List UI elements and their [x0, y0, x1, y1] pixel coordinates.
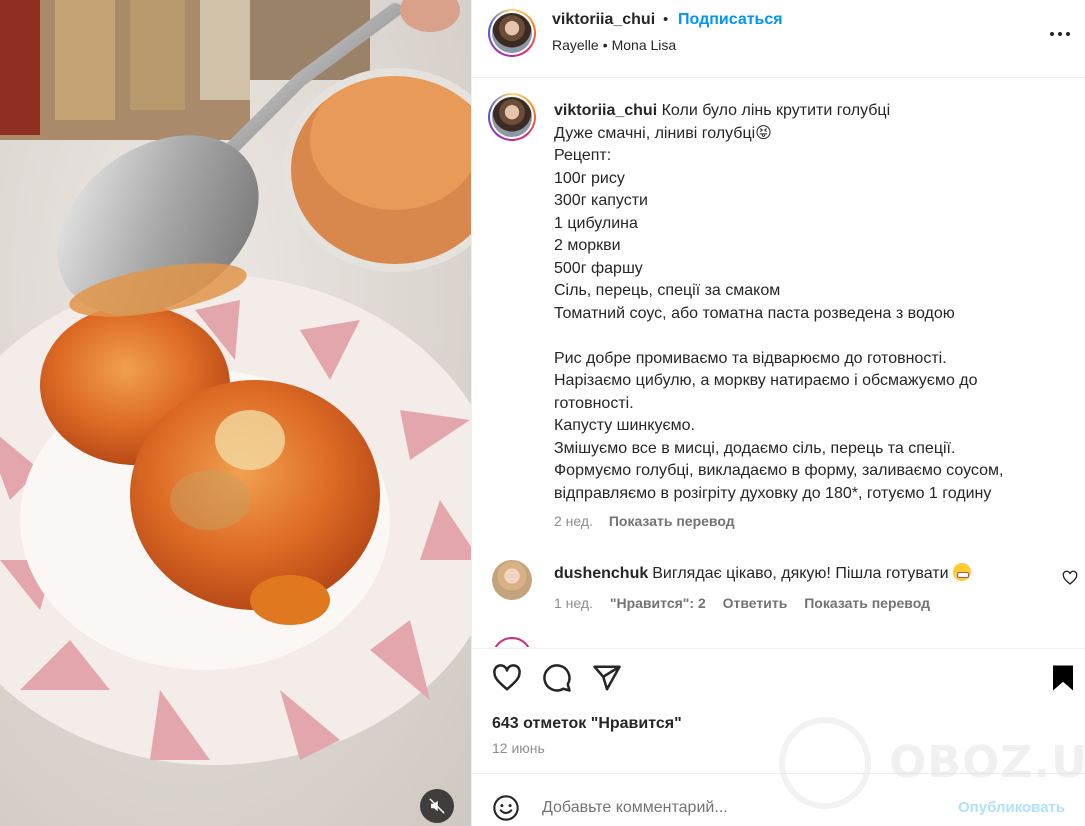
more-options-button[interactable]	[1046, 24, 1074, 44]
post-details-panel: viktoriia_chui • Подписаться Rayelle • Mon…	[471, 0, 1085, 826]
comment-meta: 1 нед. "Нравится": 2 Ответить Показать п…	[554, 595, 943, 611]
comment-likes[interactable]: "Нравится": 2	[610, 595, 706, 611]
caption-line: Сіль, перець, спеції за смаком	[554, 282, 781, 299]
more-dot-icon	[1050, 32, 1054, 36]
comment-translate-link[interactable]: Показать перевод	[804, 595, 930, 611]
grinning-emoji-icon	[952, 563, 971, 581]
caption-line: 2 моркви	[554, 237, 621, 254]
post-media-video[interactable]	[0, 0, 471, 826]
follow-button[interactable]: Подписаться	[678, 11, 783, 29]
mute-toggle-button[interactable]	[420, 789, 454, 823]
add-comment-bar: Опубликовать	[472, 773, 1085, 826]
comment-time: 1 нед.	[554, 595, 593, 611]
share-paper-plane-icon[interactable]	[592, 663, 622, 693]
caption-username[interactable]: viktoriia_chui	[554, 102, 657, 119]
audio-info[interactable]: Rayelle • Mona Lisa	[552, 37, 676, 53]
comment-body: Виглядає цікаво, дякую! Пішла готувати	[652, 565, 949, 582]
caption-meta: 2 нед. Показать перевод	[554, 513, 735, 529]
heart-icon[interactable]	[492, 663, 522, 693]
post-header: viktoriia_chui • Подписаться Rayelle • Mon…	[472, 0, 1085, 78]
caption-line: 100г рису	[554, 169, 625, 187]
caption-translate-link[interactable]: Показать перевод	[609, 513, 735, 529]
food-photo	[0, 0, 471, 826]
caption-line: відправляємо в розігріту духовку до 180*…	[554, 484, 992, 502]
caption-time: 2 нед.	[554, 513, 593, 529]
author-username[interactable]: viktoriia_chui	[552, 11, 655, 29]
header-separator: •	[663, 11, 669, 28]
caption-line: Капусту шинкуємо.	[554, 417, 695, 434]
bookmark-icon[interactable]	[1048, 663, 1078, 693]
commenter-avatar[interactable]	[492, 560, 532, 600]
caption-line: Формуємо голубці, викладаємо в форму, за…	[554, 462, 1004, 479]
comment-item: dushenchuk Виглядає цікаво, дякую! Пішла …	[472, 555, 1085, 625]
caption-line: Змішуємо все в мисці, додаємо сіль, пере…	[554, 439, 956, 457]
speaker-muted-icon	[429, 798, 445, 814]
caption-line: viktoriia_chui Коли було лінь крутити го…	[554, 102, 891, 119]
caption-line: 500г фаршу	[554, 259, 643, 277]
caption-text: viktoriia_chui Коли було лінь крутити го…	[554, 100, 1066, 505]
caption-line: Нарізаємо цибулю, а моркву натираємо і о…	[554, 372, 978, 389]
audio-separator: •	[602, 37, 608, 53]
likes-count[interactable]: 643 отметок "Нравится"	[492, 715, 682, 733]
comment-reply-link[interactable]: Ответить	[723, 595, 788, 611]
comment-text: dushenchuk Виглядає цікаво, дякую! Пішла …	[554, 563, 971, 583]
caption-author-avatar[interactable]	[488, 93, 536, 141]
caption-line: Дуже смачні, ліниві голубці😝	[554, 124, 772, 142]
caption-line: Томатний соус, або томатна паста розведе…	[554, 304, 955, 322]
caption-line	[554, 325, 1066, 348]
caption-line: готовності.	[554, 394, 634, 412]
post-date: 12 июнь	[492, 740, 545, 756]
comment-input[interactable]	[542, 796, 942, 820]
comment-bubble-icon[interactable]	[542, 663, 572, 693]
caption-line: Рецепт:	[554, 147, 612, 164]
more-dot-icon	[1066, 32, 1070, 36]
audio-artist[interactable]: Rayelle	[552, 37, 599, 53]
comment-heart-icon[interactable]	[1062, 570, 1078, 586]
emoji-picker-icon[interactable]	[492, 794, 520, 822]
more-dot-icon	[1058, 32, 1062, 36]
caption-line: Рис добре промиваємо та відварюємо до го…	[554, 349, 947, 367]
next-comment-avatar[interactable]	[492, 637, 532, 647]
author-avatar[interactable]	[488, 9, 536, 57]
caption-line: 1 цибулина	[554, 214, 638, 232]
publish-button[interactable]: Опубликовать	[958, 799, 1065, 816]
audio-track[interactable]: Mona Lisa	[612, 37, 677, 53]
commenter-username[interactable]: dushenchuk	[554, 565, 648, 582]
caption-line: 300г капусти	[554, 192, 648, 209]
post-actions: 643 отметок "Нравится" 12 июнь	[472, 648, 1085, 773]
